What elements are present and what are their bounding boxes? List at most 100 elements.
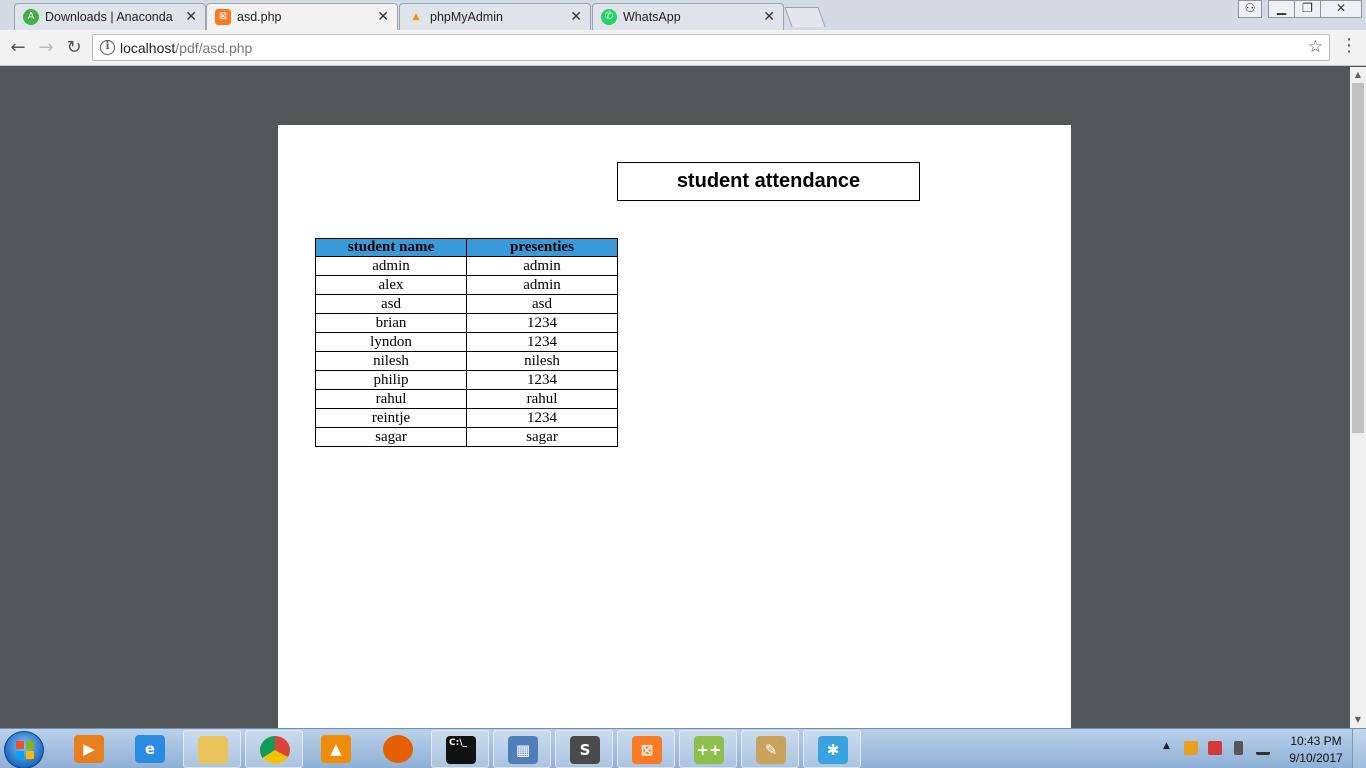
- student-name-cell: reintje: [315, 408, 467, 428]
- whatsapp-icon: ✆: [601, 9, 617, 25]
- windows-logo-icon: [16, 741, 34, 759]
- table-header-row: student name presenties: [315, 238, 618, 257]
- sublime-text-icon: S: [570, 736, 600, 764]
- bookmark-star-icon[interactable]: ☆: [1308, 37, 1323, 57]
- presenties-cell: sagar: [466, 427, 618, 447]
- column-header: student name: [315, 238, 467, 257]
- tab-phpmyadmin[interactable]: ▲ phpMyAdmin ✕: [399, 3, 591, 30]
- menu-icon[interactable]: ⋮: [1340, 35, 1358, 56]
- student-name-cell: sagar: [315, 427, 467, 447]
- clock-date[interactable]: 9/10/2017: [1286, 751, 1346, 765]
- pdf-page: student attendance student name presenti…: [278, 125, 1071, 728]
- presenties-cell: 1234: [466, 408, 618, 428]
- tab-title: phpMyAdmin: [430, 10, 503, 24]
- clock-time[interactable]: 10:43 PM: [1286, 734, 1346, 748]
- file-explorer-icon: [198, 736, 228, 764]
- scroll-down-arrow-icon[interactable]: ▼: [1350, 712, 1366, 728]
- pdf-viewer: student attendance student name presenti…: [0, 67, 1350, 728]
- control-panel-icon: ▦: [508, 736, 538, 764]
- show-desktop-button[interactable]: [1352, 729, 1366, 768]
- taskbar-app-button[interactable]: ++: [679, 730, 737, 768]
- column-header: presenties: [466, 238, 618, 257]
- notepad-plus-icon: ++: [694, 736, 724, 764]
- presenties-cell: asd: [466, 294, 618, 314]
- anaconda-icon: A: [23, 9, 39, 25]
- scroll-thumb[interactable]: [1352, 83, 1364, 433]
- vertical-scrollbar[interactable]: ▲ ▼: [1350, 67, 1366, 728]
- start-button[interactable]: [4, 731, 44, 768]
- paint-icon: ✎: [756, 736, 786, 764]
- document-title: student attendance: [617, 162, 920, 201]
- taskbar-app-button[interactable]: S: [555, 730, 613, 768]
- network-error-icon[interactable]: [1208, 741, 1222, 755]
- presenties-cell: 1234: [466, 313, 618, 333]
- student-name-cell: admin: [315, 256, 467, 276]
- address-bar[interactable]: i localhost/pdf/asd.php ☆: [92, 34, 1330, 61]
- table-row: brian 1234: [315, 313, 618, 333]
- table-row: rahul rahul: [315, 389, 618, 409]
- xampp-icon: ⊠: [632, 736, 662, 764]
- table-row: asd asd: [315, 294, 618, 314]
- url-text: localhost/pdf/asd.php: [120, 40, 252, 56]
- vlc-icon: ▲: [321, 735, 351, 763]
- presenties-cell: 1234: [466, 332, 618, 352]
- table-row: sagar sagar: [315, 427, 618, 447]
- taskbar-app-button[interactable]: ▲: [307, 730, 365, 768]
- forward-button[interactable]: →: [33, 35, 59, 61]
- table-body: admin admin alex admin asd asd brian 1234 lyndon…: [315, 256, 618, 447]
- taskbar: ▶ e ▲ C:\_ ▦ S ⊠ ++ ✎ ✱ ▲ 10:43 PM 9/10/2017: [0, 728, 1366, 768]
- taskbar-app-button[interactable]: [183, 730, 241, 768]
- presenties-cell: nilesh: [466, 351, 618, 371]
- table-row: reintje 1234: [315, 408, 618, 428]
- tab-downloads-anaconda[interactable]: A Downloads | Anaconda ✕: [14, 3, 206, 30]
- tab-strip: A Downloads | Anaconda ✕ ⊠ asd.php ✕ ▲ p…: [0, 0, 1366, 31]
- taskbar-app-button[interactable]: [369, 730, 427, 768]
- taskbar-app-button[interactable]: ✱: [803, 730, 861, 768]
- taskbar-app-button[interactable]: ⊠: [617, 730, 675, 768]
- scroll-up-arrow-icon[interactable]: ▲: [1350, 67, 1366, 83]
- tab-whatsapp[interactable]: ✆ WhatsApp ✕: [592, 3, 784, 30]
- show-hidden-icons-icon[interactable]: ▲: [1163, 741, 1170, 751]
- taskbar-app-button[interactable]: ▶: [60, 730, 118, 768]
- close-window-button[interactable]: ✕: [1320, 0, 1362, 18]
- command-prompt-icon: C:\_: [446, 736, 476, 764]
- url-host: localhost: [120, 40, 176, 56]
- xampp-icon: ⊠: [215, 9, 231, 25]
- signal-icon[interactable]: [1256, 741, 1270, 755]
- reload-button[interactable]: ↻: [61, 35, 87, 61]
- phpmyadmin-icon: ▲: [412, 12, 420, 22]
- attendance-table: student name presenties admin admin alex ad…: [315, 238, 618, 447]
- browser-toolbar: ← → ↻ i localhost/pdf/asd.php ☆ ⋮: [0, 30, 1366, 66]
- student-name-cell: nilesh: [315, 351, 467, 371]
- presenties-cell: 1234: [466, 370, 618, 390]
- table-row: nilesh nilesh: [315, 351, 618, 371]
- tab-asd-php[interactable]: ⊠ asd.php ✕: [206, 3, 398, 31]
- table-row: philip 1234: [315, 370, 618, 390]
- close-icon[interactable]: ✕: [377, 8, 389, 26]
- taskbar-app-button[interactable]: [245, 730, 303, 768]
- new-tab-button[interactable]: [784, 7, 826, 27]
- xampp-tray-icon[interactable]: [1184, 741, 1198, 755]
- close-icon[interactable]: ✕: [185, 8, 197, 26]
- back-button[interactable]: ←: [5, 35, 31, 61]
- firefox-icon: [383, 735, 413, 763]
- tab-title: Downloads | Anaconda: [45, 10, 173, 24]
- taskbar-app-button[interactable]: C:\_: [431, 730, 489, 768]
- taskbar-app-button[interactable]: ✎: [741, 730, 799, 768]
- chrome-icon: [260, 736, 290, 764]
- tab-title: asd.php: [237, 10, 282, 24]
- taskbar-app-button[interactable]: e: [121, 730, 179, 768]
- minimize-button[interactable]: ▁: [1268, 0, 1295, 18]
- student-name-cell: brian: [315, 313, 467, 333]
- profile-icon[interactable]: ⚇: [1238, 0, 1262, 18]
- url-path: /pdf/asd.php: [175, 40, 253, 56]
- close-icon[interactable]: ✕: [570, 8, 582, 26]
- student-name-cell: alex: [315, 275, 467, 295]
- presenties-cell: rahul: [466, 389, 618, 409]
- restore-button[interactable]: ❐: [1294, 0, 1321, 18]
- taskbar-app-button[interactable]: ▦: [493, 730, 551, 768]
- close-icon[interactable]: ✕: [763, 8, 775, 26]
- presenties-cell: admin: [466, 275, 618, 295]
- info-icon[interactable]: i: [100, 40, 115, 55]
- battery-icon[interactable]: [1234, 741, 1243, 755]
